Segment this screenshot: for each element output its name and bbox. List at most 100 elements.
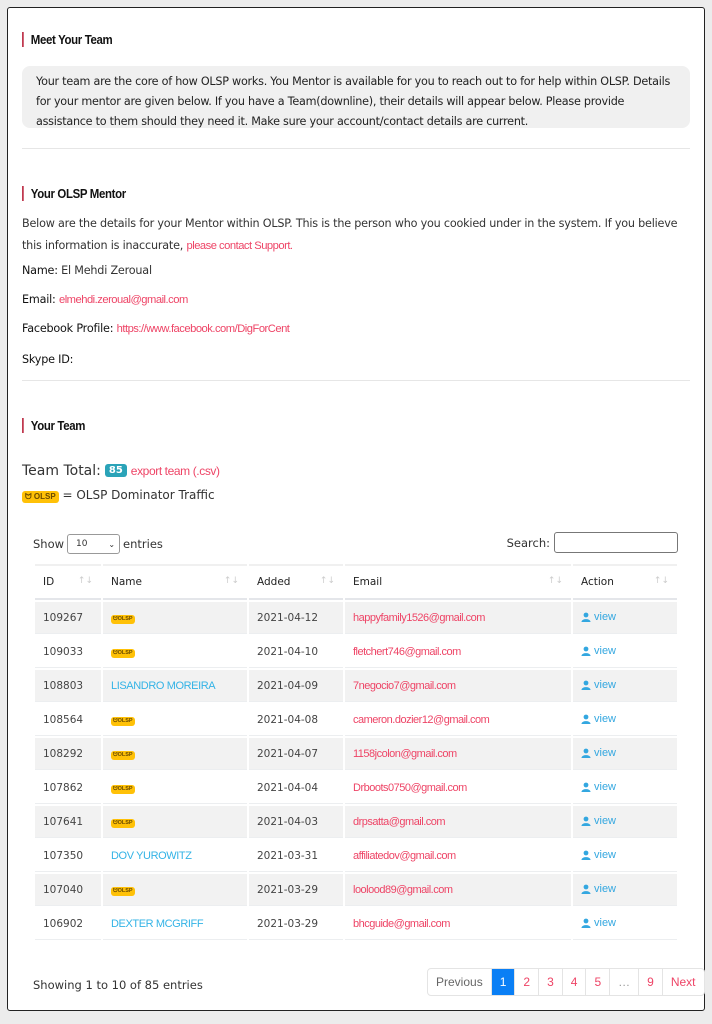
user-icon xyxy=(581,816,591,826)
view-label: view xyxy=(594,746,617,759)
olsp-badge-label: OLSP xyxy=(117,718,133,724)
mentor-facebook-link[interactable]: https://www.facebook.com/DigForCent xyxy=(117,323,290,335)
member-email-link[interactable]: Drboots0750@gmail.com xyxy=(353,782,467,794)
member-name-link[interactable]: DOV YUROWITZ xyxy=(111,850,192,862)
cell-name: ᗢOLSP xyxy=(103,770,247,804)
user-icon xyxy=(581,680,591,690)
legend-text: = OLSP Dominator Traffic xyxy=(62,488,215,502)
cell-id: 108292 xyxy=(35,736,101,770)
user-icon xyxy=(581,612,591,622)
column-header-email[interactable]: Email ↑↓ xyxy=(345,564,571,600)
olsp-badge-label: OLSP xyxy=(33,492,56,501)
cell-action: view xyxy=(573,770,677,804)
sort-icon: ↑↓ xyxy=(77,576,93,586)
mentor-skype: Skype ID: xyxy=(22,353,73,366)
cell-action: view xyxy=(573,804,677,838)
member-email-link[interactable]: cameron.dozier12@gmail.com xyxy=(353,714,490,726)
cell-name: ᗢOLSP xyxy=(103,702,247,736)
cell-added: 2021-04-04 xyxy=(249,770,343,804)
column-header-name[interactable]: Name ↑↓ xyxy=(103,564,247,600)
cell-id: 107862 xyxy=(35,770,101,804)
cell-id: 108564 xyxy=(35,702,101,736)
olsp-badge-label: OLSP xyxy=(117,786,133,792)
view-label: view xyxy=(594,780,617,793)
member-email-link[interactable]: 1158jcolon@gmail.com xyxy=(353,748,457,760)
member-name-link[interactable]: LISANDRO MOREIRA xyxy=(111,680,216,692)
olsp-icon: ᗢ xyxy=(25,492,32,501)
cell-email: affiliatedov@gmail.com xyxy=(345,838,571,872)
entries-select[interactable]: 10 ⌄ xyxy=(67,534,121,554)
sort-icon: ↑↓ xyxy=(547,576,563,586)
cell-id: 108803 xyxy=(35,668,101,702)
column-header-action[interactable]: Action ↑↓ xyxy=(573,564,677,600)
olsp-badge-label: OLSP xyxy=(117,616,133,622)
member-email-link[interactable]: 7negocio7@gmail.com xyxy=(353,680,456,692)
member-email-link[interactable]: loolood89@gmail.com xyxy=(353,884,453,896)
divider xyxy=(22,148,690,149)
table-row: 108564 ᗢOLSP 2021-04-08 cameron.dozier12… xyxy=(35,702,677,736)
export-team-link[interactable]: export team (.csv) xyxy=(131,464,220,478)
name-label: Name: xyxy=(22,264,58,277)
page-button-1[interactable]: 1 xyxy=(490,969,515,995)
page-button-9[interactable]: 9 xyxy=(638,969,662,995)
cell-email: Drboots0750@gmail.com xyxy=(345,770,571,804)
table-row: 107350 DOV YUROWITZ 2021-03-31 affiliate… xyxy=(35,838,677,872)
entries-length-control: Show 10 ⌄ entries xyxy=(33,534,163,554)
previous-page-button[interactable]: Previous xyxy=(428,969,491,995)
view-button[interactable]: view xyxy=(581,849,616,861)
cell-id: 107040 xyxy=(35,872,101,906)
view-label: view xyxy=(594,882,617,895)
page-button-5[interactable]: 5 xyxy=(585,969,609,995)
column-header-added[interactable]: Added ↑↓ xyxy=(249,564,343,600)
view-button[interactable]: view xyxy=(581,645,616,657)
view-button[interactable]: view xyxy=(581,883,616,895)
next-page-button[interactable]: Next xyxy=(661,969,704,995)
cell-id: 107641 xyxy=(35,804,101,838)
cell-added: 2021-03-29 xyxy=(249,906,343,940)
table-row: 107862 ᗢOLSP 2021-04-04 Drboots0750@gmai… xyxy=(35,770,677,804)
view-button[interactable]: view xyxy=(581,917,616,929)
page-button-2[interactable]: 2 xyxy=(514,969,538,995)
view-button[interactable]: view xyxy=(581,747,616,759)
mentor-facebook: Facebook Profile: https://www.facebook.c… xyxy=(22,322,290,335)
page-button-4[interactable]: 4 xyxy=(561,969,586,995)
member-email-link[interactable]: fletchert746@gmail.com xyxy=(353,646,461,658)
team-page: Meet Your Team Your team are the core of… xyxy=(7,7,705,1011)
member-email-link[interactable]: affiliatedov@gmail.com xyxy=(353,850,456,862)
view-button[interactable]: view xyxy=(581,679,616,691)
show-label: Show xyxy=(33,537,65,551)
team-total-label: Team Total: xyxy=(22,463,101,479)
member-email-link[interactable]: bhcguide@gmail.com xyxy=(353,918,450,930)
sort-icon: ↑↓ xyxy=(653,576,669,586)
mentor-description: Below are the details for your Mentor wi… xyxy=(22,213,692,257)
column-label: Action xyxy=(581,576,614,588)
olsp-badge: ᗢOLSP xyxy=(111,785,135,794)
sort-icon: ↑↓ xyxy=(319,576,335,586)
view-button[interactable]: view xyxy=(581,781,616,793)
mentor-description-text: Below are the details for your Mentor wi… xyxy=(22,217,678,252)
team-title: Your Team xyxy=(22,418,85,433)
olsp-badge: ᗢOLSP xyxy=(111,649,135,658)
cell-email: 1158jcolon@gmail.com xyxy=(345,736,571,770)
cell-action: view xyxy=(573,838,677,872)
page-button-3[interactable]: 3 xyxy=(538,969,562,995)
member-email-link[interactable]: drpsatta@gmail.com xyxy=(353,816,446,828)
view-button[interactable]: view xyxy=(581,611,616,623)
cell-name: DEXTER MCGRIFF xyxy=(103,906,247,940)
contact-support-link[interactable]: please contact Support. xyxy=(186,240,293,252)
search-input[interactable] xyxy=(554,532,678,553)
member-name-link[interactable]: DEXTER MCGRIFF xyxy=(111,918,204,930)
search-label: Search: xyxy=(506,535,550,550)
view-button[interactable]: view xyxy=(581,815,616,827)
view-button[interactable]: view xyxy=(581,713,616,725)
member-email-link[interactable]: happyfamily1526@gmail.com xyxy=(353,612,485,624)
sort-icon: ↑↓ xyxy=(223,576,239,586)
view-label: view xyxy=(594,712,617,725)
cell-email: 7negocio7@gmail.com xyxy=(345,668,571,702)
mentor-email-link[interactable]: elmehdi.zeroual@gmail.com xyxy=(59,294,188,306)
column-header-id[interactable]: ID ↑↓ xyxy=(35,564,101,600)
cell-action: view xyxy=(573,634,677,668)
cell-name: ᗢOLSP xyxy=(103,600,247,634)
view-label: view xyxy=(594,814,617,827)
email-label: Email: xyxy=(22,293,56,306)
